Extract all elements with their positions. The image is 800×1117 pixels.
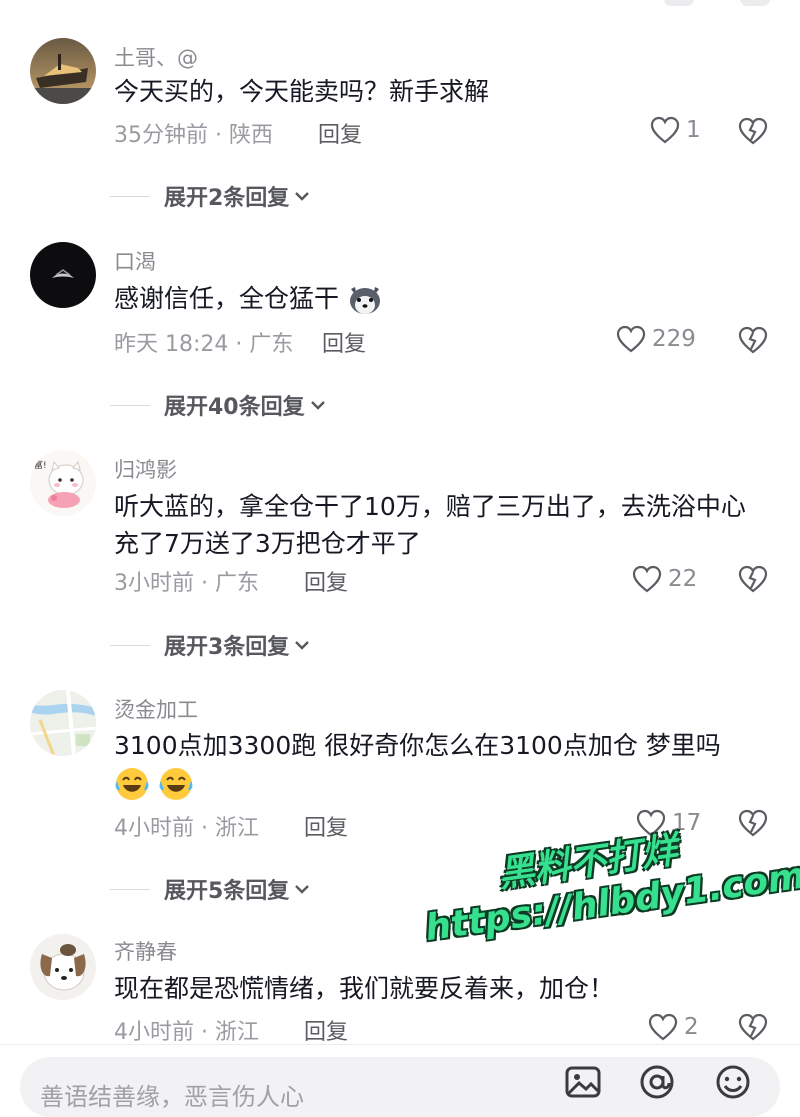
avatar[interactable] [30, 934, 96, 1000]
like-button[interactable]: 22 [632, 565, 697, 593]
comment-location: 浙江 [214, 1020, 259, 1045]
meta-separator: · [208, 123, 229, 148]
comment-meta: 昨天 18:24 · 广东 [114, 326, 293, 358]
input-placeholder: 善语结善缘，恶言伤人心 [40, 1083, 304, 1111]
dislike-heart-icon[interactable] [738, 564, 768, 594]
comment-location: 广东 [249, 332, 294, 357]
meta-separator: · [194, 571, 215, 596]
dog-avatar [30, 934, 96, 1000]
chevron-down-icon [295, 641, 310, 650]
avatar[interactable]: 富! [30, 450, 96, 516]
divider [110, 195, 150, 197]
heart-icon [650, 116, 680, 144]
map-avatar [30, 690, 96, 756]
like-button[interactable]: 2 [648, 1013, 699, 1041]
expand-replies-button[interactable]: 展开5条回复 [110, 873, 311, 905]
expand-label: 展开5条回复 [164, 879, 290, 904]
username[interactable]: 烫金加工 [114, 694, 198, 724]
comment-time: 3小时前 [114, 571, 194, 596]
clipped-dislike [740, 0, 770, 6]
dark-avatar [30, 242, 96, 308]
comment-meta: 3小时前 · 广东 [114, 565, 259, 597]
heart-icon [648, 1013, 678, 1041]
heart-icon [616, 325, 646, 353]
dislike-heart-icon[interactable] [738, 116, 768, 146]
comment-text-body: 感谢信任，全仓猛干 [114, 284, 340, 313]
comment-text: 3100点加3300跑 很好奇你怎么在3100点加仓 梦里吗 [114, 727, 774, 802]
chevron-down-icon [295, 192, 310, 201]
watermark: 黑料不打烊 https://hlbdy1.com [415, 804, 800, 949]
username[interactable]: 归鸿影 [114, 454, 177, 484]
expand-replies-button[interactable]: 展开40条回复 [110, 389, 327, 421]
husky-emoji [349, 287, 380, 314]
comment-text: 现在都是恐慌情绪，我们就要反着来，加仓！ [114, 974, 615, 1003]
like-count: 22 [668, 566, 698, 592]
expand-label: 展开3条回复 [164, 635, 290, 660]
avatar-caption: 富! [34, 461, 47, 471]
username[interactable]: 口渴 [114, 246, 156, 276]
avatar[interactable] [30, 242, 96, 308]
comment-text: 感谢信任，全仓猛干 [114, 280, 774, 317]
clipped-like-count [664, 0, 694, 6]
comment-location: 陕西 [228, 123, 273, 148]
comment-time: 4小时前 [114, 816, 194, 841]
comment-time: 昨天 18:24 [114, 332, 229, 357]
like-count: 2 [684, 1014, 699, 1040]
expand-replies-button[interactable]: 展开3条回复 [110, 629, 311, 661]
expand-replies-button[interactable]: 展开2条回复 [110, 180, 311, 212]
comment-meta: 35分钟前 · 陕西 [114, 117, 273, 149]
avatar[interactable] [30, 690, 96, 756]
image-icon[interactable] [564, 1063, 602, 1101]
meta-separator: · [228, 332, 250, 357]
expand-label: 展开2条回复 [164, 186, 290, 211]
laughing-crying-emoji [159, 768, 193, 800]
comment-location: 浙江 [214, 816, 259, 841]
meta-separator: · [194, 816, 215, 841]
divider [110, 644, 150, 646]
comment-location: 广东 [214, 571, 259, 596]
emoji-icon[interactable] [714, 1063, 752, 1101]
expand-label: 展开40条回复 [164, 395, 305, 420]
comment-text-body: 3100点加3300跑 很好奇你怎么在3100点加仓 梦里吗 [114, 731, 721, 760]
avatar[interactable] [30, 38, 96, 104]
heart-icon [632, 565, 662, 593]
ship-avatar [30, 38, 96, 104]
comment-time: 35分钟前 [114, 123, 208, 148]
divider [110, 888, 150, 890]
comment-input-bar: 善语结善缘，恶言伤人心 [0, 1044, 800, 1117]
chevron-down-icon [295, 885, 310, 894]
comment-time: 4小时前 [114, 1020, 194, 1045]
divider [110, 404, 150, 406]
username[interactable]: 土哥、@ [114, 42, 198, 72]
comment-text: 今天买的，今天能卖吗？新手求解 [114, 77, 490, 106]
like-button[interactable]: 229 [616, 325, 696, 353]
like-count: 229 [652, 326, 696, 352]
chevron-down-icon [310, 401, 325, 410]
reply-button[interactable]: 回复 [304, 810, 348, 842]
reply-button[interactable]: 回复 [322, 326, 366, 358]
username[interactable]: 齐静春 [114, 936, 177, 966]
reply-button[interactable]: 回复 [304, 1014, 348, 1046]
at-icon[interactable] [638, 1063, 676, 1101]
dislike-heart-icon[interactable] [738, 1012, 768, 1042]
reply-button[interactable]: 回复 [304, 565, 348, 597]
comment-meta: 4小时前 · 浙江 [114, 1014, 259, 1046]
comment-meta: 4小时前 · 浙江 [114, 810, 259, 842]
like-count: 1 [686, 117, 701, 143]
dislike-heart-icon[interactable] [738, 325, 768, 355]
laughing-crying-emoji [115, 768, 149, 800]
meta-separator: · [194, 1020, 215, 1045]
comment-text: 听大蓝的，拿全仓干了10万，赔了三万出了，去洗浴中心充了7万送了3万把仓才平了 [114, 492, 746, 558]
like-button[interactable]: 1 [650, 116, 701, 144]
reply-button[interactable]: 回复 [318, 117, 362, 149]
